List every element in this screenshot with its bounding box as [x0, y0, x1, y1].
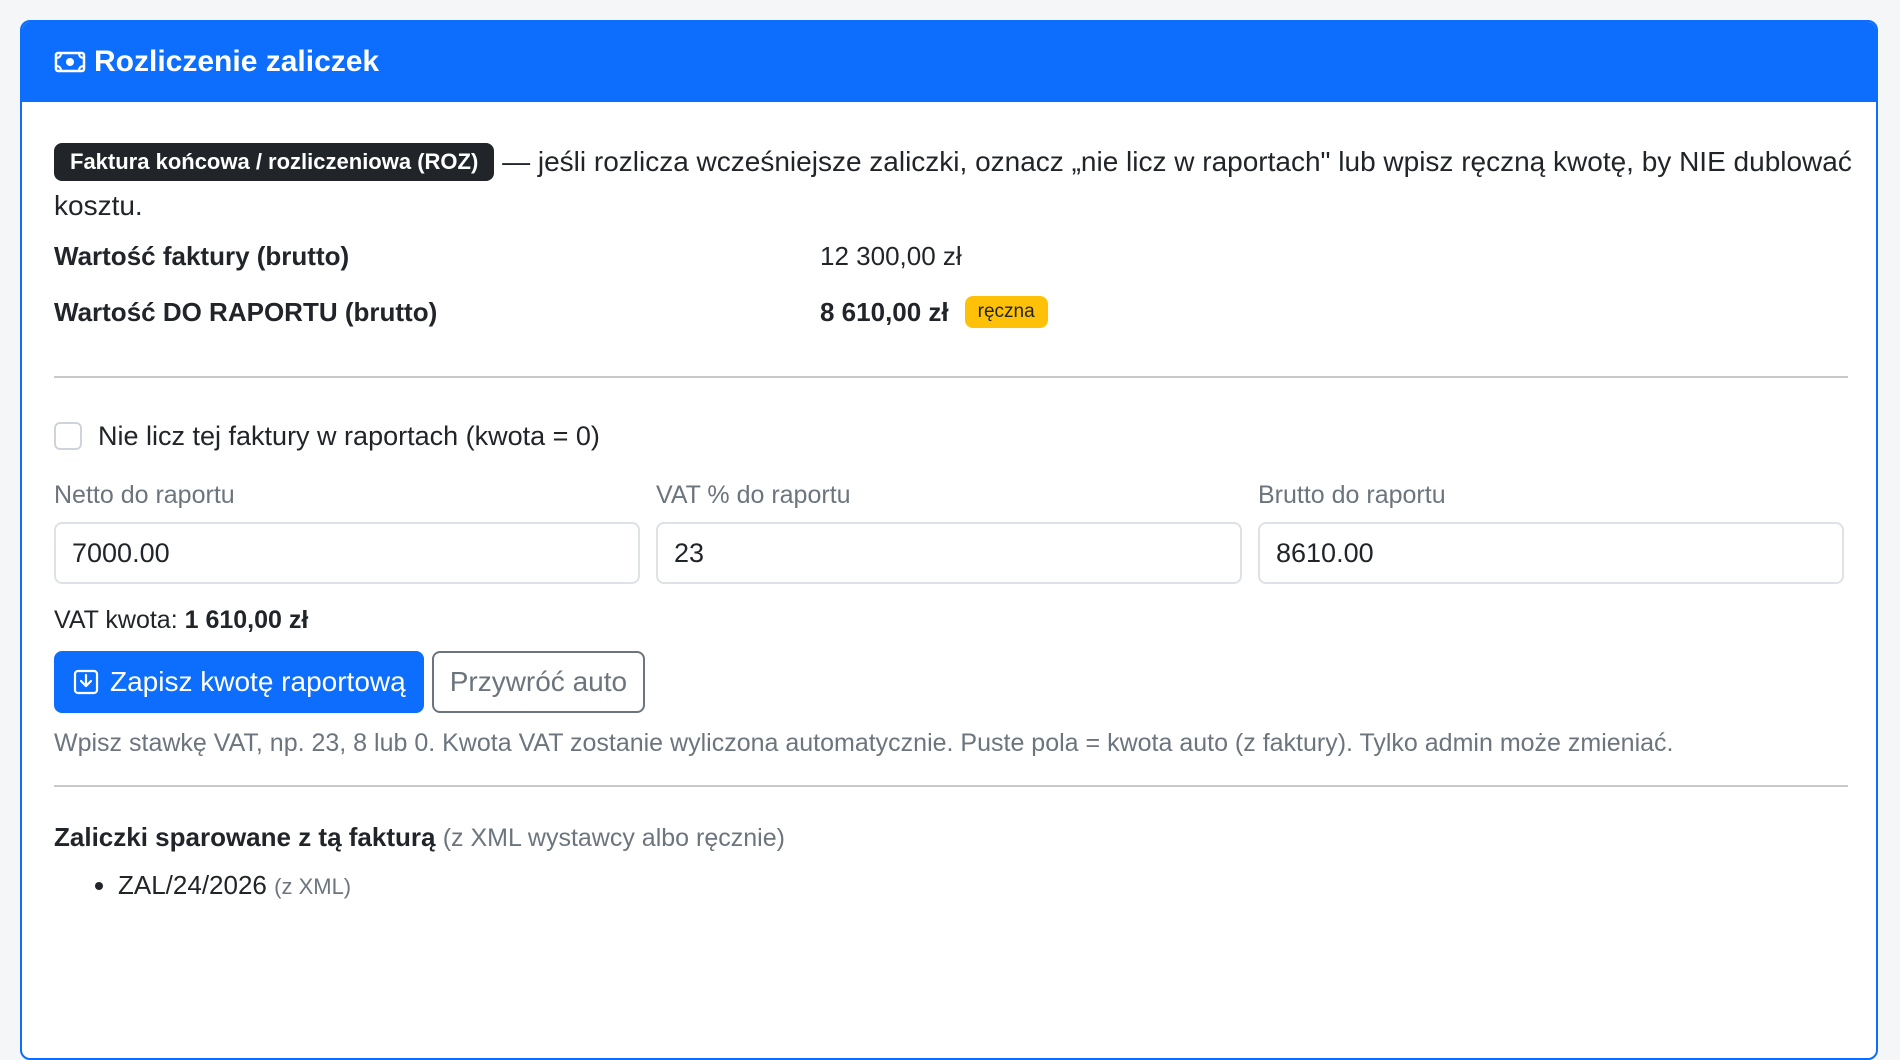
invoice-value-row: Wartość faktury (brutto) 12 300,00 zł [54, 236, 1844, 276]
report-value: 8 610,00 zł [820, 296, 949, 327]
settlement-card: Rozliczenie zaliczek Faktura końcowa / r… [20, 20, 1878, 1060]
card-title: Rozliczenie zaliczek [94, 45, 380, 78]
manual-badge: ręczna [964, 296, 1048, 328]
divider [54, 376, 1848, 378]
save-button[interactable]: Zapisz kwotę raportową [54, 651, 424, 713]
net-field: Netto do raportu [54, 478, 640, 584]
card-body: Faktura końcowa / rozliczeniowa (ROZ) — … [22, 140, 1876, 907]
report-fields: Netto do raportu VAT % do raportu Brutto… [54, 478, 1844, 584]
exclude-label[interactable]: Nie licz tej faktury w raportach (kwota … [98, 421, 600, 452]
linked-title-text: Zaliczki sparowane z tą fakturą [54, 822, 436, 852]
vat-input[interactable] [656, 522, 1242, 584]
exclude-row: Nie licz tej faktury w raportach (kwota … [54, 416, 1844, 456]
report-value-label: Wartość DO RAPORTU (brutto) [54, 296, 438, 327]
net-input[interactable] [54, 522, 640, 584]
save-button-label: Zapisz kwotę raportową [110, 666, 406, 697]
vat-field: VAT % do raportu [656, 478, 1242, 584]
advance-source: (z XML) [274, 874, 352, 899]
vat-amount-line: VAT kwota: 1 610,00 zł [54, 602, 1844, 638]
cash-icon [54, 46, 86, 78]
intro-text: Faktura końcowa / rozliczeniowa (ROZ) — … [54, 140, 1854, 228]
linked-advances-list: ZAL/24/2026 (z XML) [54, 865, 1844, 907]
help-text: Wpisz stawkę VAT, np. 23, 8 lub 0. Kwota… [54, 729, 1674, 757]
restore-auto-button[interactable]: Przywróć auto [431, 651, 646, 713]
list-item: ZAL/24/2026 (z XML) [118, 865, 1844, 907]
vat-label: VAT % do raportu [656, 481, 851, 509]
vat-amount-value: 1 610,00 zł [184, 606, 309, 634]
report-value-row: Wartość DO RAPORTU (brutto) 8 610,00 zł … [54, 292, 1844, 332]
linked-advances-title: Zaliczki sparowane z tą fakturą (z XML w… [54, 817, 1844, 857]
linked-subtitle: (z XML wystawcy albo ręcznie) [442, 824, 785, 852]
invoice-value: 12 300,00 zł [820, 240, 962, 271]
exclude-checkbox[interactable] [54, 422, 82, 450]
vat-amount-label: VAT kwota: [54, 606, 178, 634]
download-icon [72, 668, 100, 696]
invoice-type-badge: Faktura końcowa / rozliczeniowa (ROZ) [54, 143, 495, 181]
action-buttons: Zapisz kwotę raportową Przywróć auto [54, 651, 1844, 713]
gross-label: Brutto do raportu [1258, 481, 1446, 509]
advance-number: ZAL/24/2026 [118, 870, 267, 900]
net-label: Netto do raportu [54, 481, 235, 509]
gross-field: Brutto do raportu [1258, 478, 1844, 584]
card-header: Rozliczenie zaliczek [22, 22, 1876, 102]
gross-input[interactable] [1258, 522, 1844, 584]
divider [54, 785, 1848, 787]
invoice-value-label: Wartość faktury (brutto) [54, 240, 350, 271]
